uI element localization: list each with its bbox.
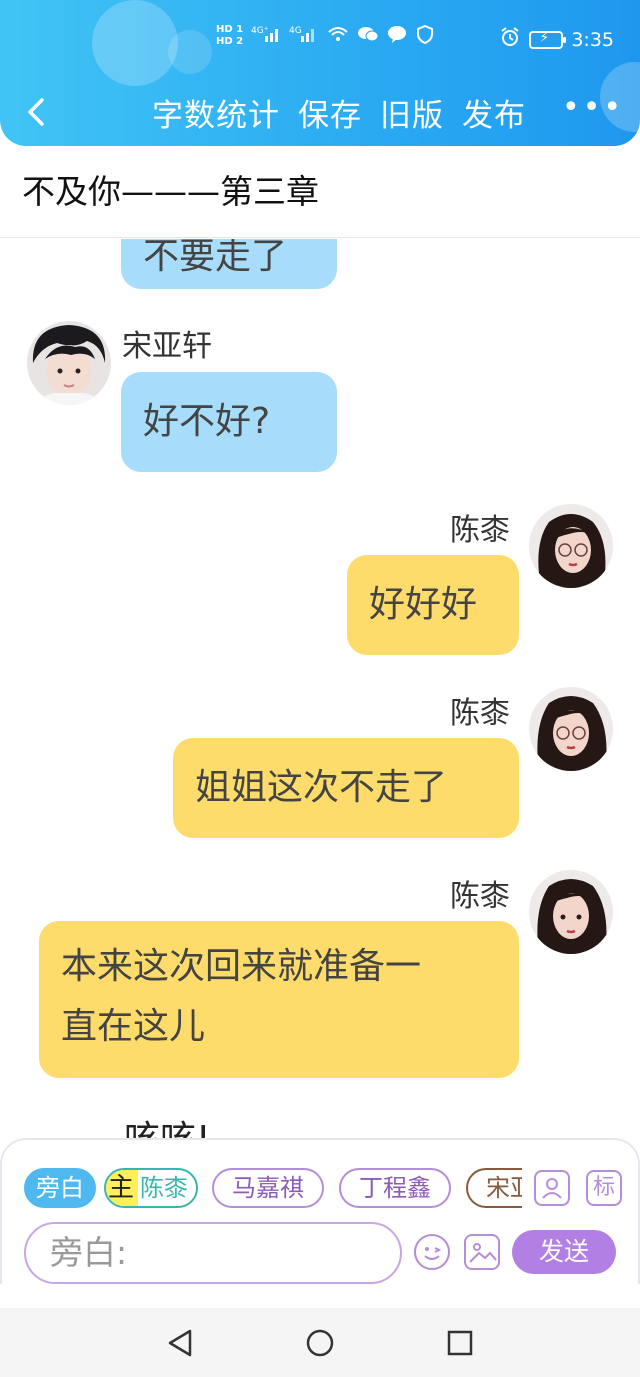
more-icon[interactable]: ••• xyxy=(562,90,624,125)
message-bubble[interactable]: 不要走了 xyxy=(121,239,337,289)
send-button[interactable]: 发送 xyxy=(512,1230,616,1274)
nav-recents-icon[interactable] xyxy=(446,1329,474,1361)
sender-name: 陈桼 xyxy=(450,513,510,548)
message-bubble[interactable]: 姐姐这次不走了 xyxy=(173,738,519,838)
status-bar: HD 1 HD 2 4G⁺ 4G ⚡ 3:35 xyxy=(0,18,640,62)
word-count-button[interactable]: 字数统计 xyxy=(152,90,280,135)
nav-home-icon[interactable] xyxy=(305,1328,335,1362)
wechat-icon xyxy=(357,24,379,44)
svg-text:4G⁺: 4G⁺ xyxy=(251,26,269,36)
avatar[interactable] xyxy=(27,321,111,405)
sender-name: 陈桼 xyxy=(450,696,510,731)
image-icon[interactable] xyxy=(464,1234,500,1270)
header-actions: 字数统计 保存 旧版 发布 xyxy=(152,90,526,135)
main-role-tag: 主 xyxy=(106,1170,138,1206)
chip-song[interactable]: 宋亚 xyxy=(466,1168,522,1208)
signal-icon-2: 4G xyxy=(289,24,319,44)
battery-icon: ⚡ xyxy=(529,30,567,49)
status-right: ⚡ 3:35 xyxy=(499,26,614,53)
role-chips: 旁白 主 陈桼 马嘉祺 丁程鑫 宋亚 xyxy=(24,1168,522,1210)
publish-button[interactable]: 发布 xyxy=(462,90,526,135)
message-bubble[interactable]: 好不好? xyxy=(121,372,337,472)
chip-ma[interactable]: 马嘉祺 xyxy=(212,1168,324,1208)
clock: 3:35 xyxy=(571,28,614,51)
chapter-title[interactable]: 不及你———第三章 xyxy=(0,146,640,238)
avatar[interactable] xyxy=(529,504,613,588)
sender-name: 宋亚轩 xyxy=(122,329,212,364)
svg-text:4G: 4G xyxy=(289,26,302,36)
message-input[interactable]: 旁白: xyxy=(24,1222,402,1284)
composer: 旁白 主 陈桼 马嘉祺 丁程鑫 宋亚 标 旁白: 发送 xyxy=(0,1138,640,1284)
old-version-button[interactable]: 旧版 xyxy=(380,90,444,135)
app-header: HD 1 HD 2 4G⁺ 4G ⚡ 3:35 字数统计 保存 旧版 发布 ••… xyxy=(0,0,640,146)
tag-button[interactable]: 标 xyxy=(586,1170,622,1206)
signal-icon: 4G⁺ xyxy=(251,24,281,44)
system-nav-bar xyxy=(0,1308,640,1377)
emoji-icon[interactable] xyxy=(414,1234,450,1270)
chat-area[interactable]: 不要走了 宋亚轩 好不好? 陈桼 好好好 陈桼 姐姐这次不走了 陈桼 本来这次回… xyxy=(0,239,640,1139)
avatar[interactable] xyxy=(529,870,613,954)
message-bubble[interactable]: 本来这次回来就准备一 直在这儿 xyxy=(39,921,519,1078)
chip-ding[interactable]: 丁程鑫 xyxy=(339,1168,451,1208)
narration-text: 咳咳! xyxy=(124,1115,210,1139)
avatar[interactable] xyxy=(529,687,613,771)
shield-icon xyxy=(415,24,435,45)
sim-indicator: HD 1 HD 2 xyxy=(216,24,244,47)
sender-name: 陈桼 xyxy=(450,879,510,914)
save-button[interactable]: 保存 xyxy=(298,90,362,135)
alarm-icon xyxy=(499,26,521,53)
message-icon xyxy=(387,24,407,44)
add-role-icon[interactable] xyxy=(534,1170,570,1206)
back-icon[interactable] xyxy=(20,92,56,132)
nav-back-icon[interactable] xyxy=(166,1328,194,1362)
message-bubble[interactable]: 好好好 xyxy=(347,555,519,655)
wifi-icon xyxy=(327,24,349,44)
header-nav: 字数统计 保存 旧版 发布 ••• xyxy=(0,82,640,142)
chip-chen[interactable]: 主 陈桼 xyxy=(104,1168,198,1208)
chip-narration[interactable]: 旁白 xyxy=(24,1168,96,1208)
status-icons: HD 1 HD 2 4G⁺ 4G xyxy=(216,24,435,47)
